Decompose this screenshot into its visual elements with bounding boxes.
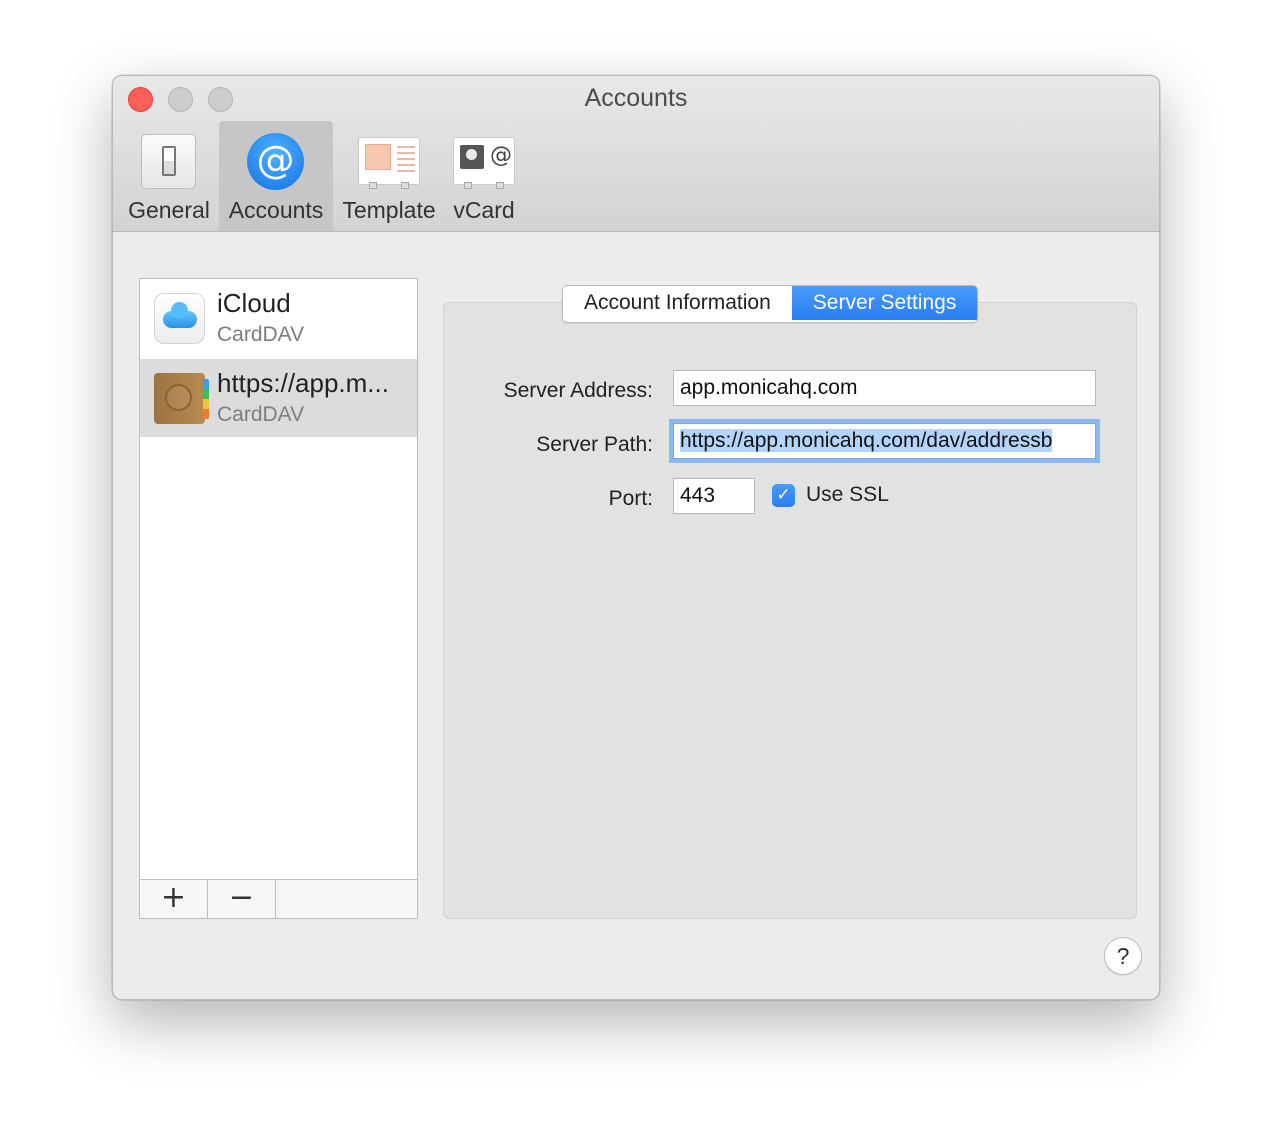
vcard-icon: @ <box>453 134 515 190</box>
server-path-value: https://app.monicahq.com/dav/addressb <box>680 429 1053 452</box>
account-name: https://app.m... <box>217 368 389 398</box>
use-ssl-checkbox[interactable]: ✓ <box>772 484 795 507</box>
server-address-field[interactable]: app.monicahq.com <box>673 370 1096 406</box>
account-item-icloud[interactable]: iCloud CardDAV <box>140 279 417 357</box>
toolbar-accounts[interactable]: @ Accounts <box>219 121 333 231</box>
template-card-icon <box>358 134 420 190</box>
icloud-icon <box>154 293 205 344</box>
accounts-list[interactable]: iCloud CardDAV https://app.m... CardDAV … <box>139 278 418 919</box>
toolbar-accounts-label: Accounts <box>228 197 324 223</box>
window-title: Accounts <box>584 84 688 112</box>
add-account-button[interactable]: + <box>140 880 208 918</box>
server-path-field[interactable]: https://app.monicahq.com/dav/addressb <box>673 423 1096 459</box>
address-book-icon <box>154 373 209 424</box>
titlebar: Accounts General @ Accounts Template @ v… <box>113 76 1159 232</box>
tab-segmented-control: Account Information Server Settings <box>562 285 979 323</box>
toolbar-general[interactable]: General <box>128 121 210 231</box>
server-address-label: Server Address: <box>503 379 653 402</box>
account-type: CardDAV <box>217 403 305 426</box>
remove-account-button[interactable]: − <box>208 880 276 918</box>
toolbar-template-label: Template <box>342 197 436 223</box>
account-item-monica[interactable]: https://app.m... CardDAV <box>140 359 417 437</box>
account-name: iCloud <box>217 288 291 318</box>
toolbar-template[interactable]: Template <box>339 121 439 231</box>
checkmark-icon: ✓ <box>776 485 791 505</box>
port-label: Port: <box>608 487 653 510</box>
general-switch-icon <box>138 134 200 190</box>
tab-account-information[interactable]: Account Information <box>563 286 792 320</box>
help-button[interactable]: ? <box>1104 937 1142 975</box>
at-sign-icon: @ <box>245 133 307 190</box>
toolbar-vcard-label: vCard <box>453 197 515 223</box>
server-path-label: Server Path: <box>536 433 653 456</box>
port-field[interactable]: 443 <box>673 478 755 514</box>
use-ssl-label[interactable]: Use SSL <box>806 483 889 507</box>
list-toolbar: + − <box>140 879 417 918</box>
toolbar-vcard[interactable]: @ vCard <box>447 121 521 231</box>
toolbar-general-label: General <box>128 197 210 223</box>
account-type: CardDAV <box>217 323 305 346</box>
tab-server-settings[interactable]: Server Settings <box>791 286 978 320</box>
preferences-window: Accounts General @ Accounts Template @ v… <box>112 75 1160 1000</box>
